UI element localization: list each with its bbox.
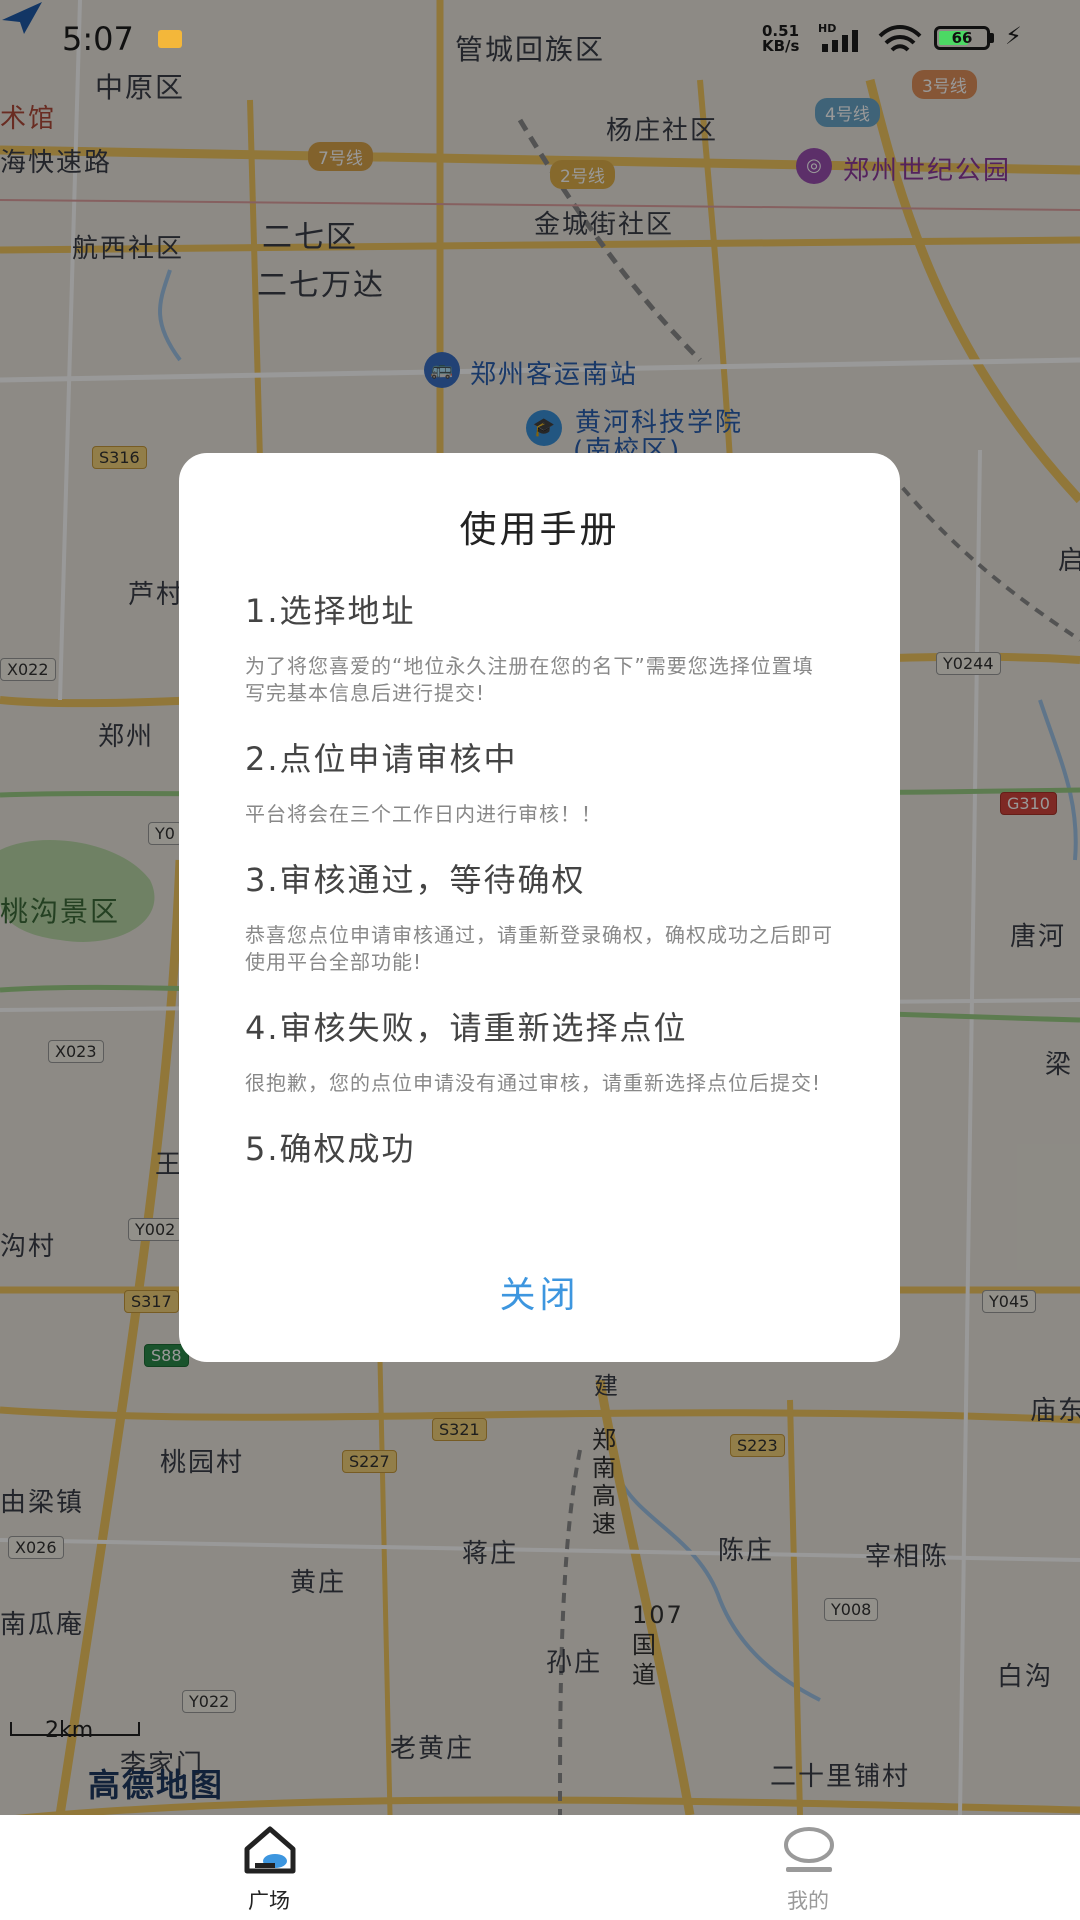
status-time: 5:07 <box>62 20 134 58</box>
signal-icon <box>822 30 858 52</box>
step-description: 很抱歉，您的点位申请没有通过审核，请重新选择点位后提交! <box>245 1071 822 1095</box>
step-description: 为了将您喜爱的“地位永久注册在您的名下”需要您选择位置填写完基本信息后进行提交! <box>245 654 814 705</box>
battery-level: 66 <box>951 29 973 47</box>
step-description: 平台将会在三个工作日内进行审核！！ <box>245 802 602 826</box>
tab-label: 广场 <box>248 1889 290 1913</box>
tab-mine[interactable]: 我的 <box>738 1815 878 1920</box>
battery-icon: 66 <box>934 26 990 50</box>
step-title: 3.审核通过，等待确权 <box>245 861 586 899</box>
tab-plaza[interactable]: 广场 <box>199 1815 339 1920</box>
charging-icon: ⚡ <box>1005 22 1022 50</box>
network-speed: 0.51 KB/s <box>762 22 800 55</box>
battery-tip <box>990 33 994 43</box>
step-title: 4.审核失败，请重新选择点位 <box>245 1009 688 1047</box>
bottom-navigation: 广场 我的 <box>0 1815 1080 1920</box>
user-manual-dialog: 使用手册 1.选择地址 为了将您喜爱的“地位永久注册在您的名下”需要您选择位置填… <box>179 453 900 1362</box>
notification-icon <box>158 30 182 48</box>
step-title: 1.选择地址 <box>245 592 416 630</box>
tab-label: 我的 <box>787 1889 829 1913</box>
status-bar: 5:07 0.51 KB/s HD 66 ⚡ <box>0 0 1080 80</box>
dialog-title: 使用手册 <box>459 508 620 551</box>
step-title: 5.确权成功 <box>245 1130 416 1168</box>
step-title: 2.点位申请审核中 <box>245 740 518 778</box>
close-button[interactable]: 关闭 <box>179 1266 900 1318</box>
profile-icon <box>784 1827 834 1872</box>
step-description: 恭喜您点位申请审核通过，请重新登录确权，确权成功之后即可使用平台全部功能! <box>245 923 833 974</box>
wifi-icon <box>878 25 922 52</box>
plaza-home-icon <box>244 1826 296 1874</box>
